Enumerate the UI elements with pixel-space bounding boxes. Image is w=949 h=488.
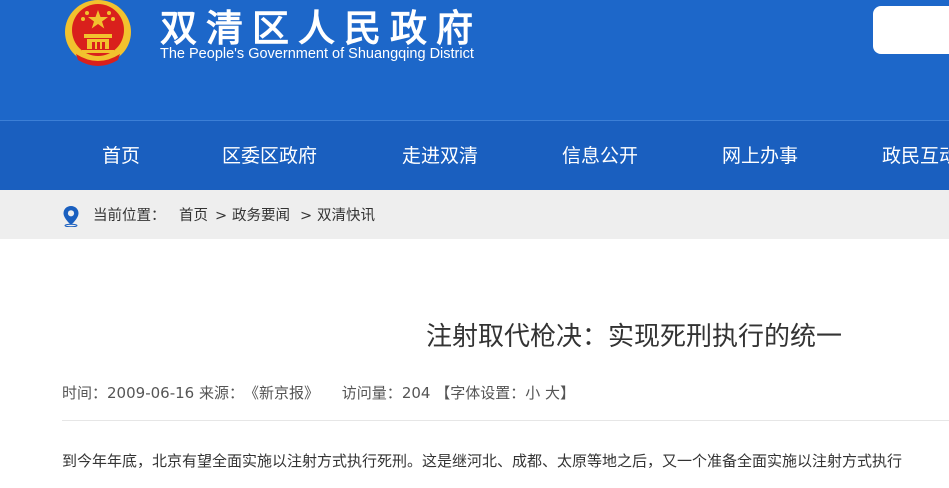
font-setting-label: 【字体设置： — [435, 384, 526, 402]
site-subtitle: The People's Government of Shuangqing Di… — [160, 46, 474, 62]
nav-item-home[interactable]: 首页 — [102, 121, 140, 190]
publish-date: 2009-06-16 — [107, 384, 195, 402]
breadcrumb-express-link[interactable]: 双清快讯 — [317, 190, 375, 239]
location-pin-icon — [63, 206, 79, 227]
nav-item-interaction[interactable]: 政民互动 — [882, 121, 949, 190]
font-small-button[interactable]: 小 — [525, 382, 540, 403]
site-header: 双清区人民政府 The People's Government of Shuan… — [0, 0, 949, 120]
national-emblem-icon — [65, 0, 131, 66]
article-meta: 时间：2009-06-16 来源：《新京报》 访问量：204 【字体设置：小 大… — [62, 382, 575, 403]
font-large-button[interactable]: 大 — [545, 382, 560, 403]
views-label: 访问量： — [341, 384, 402, 402]
article-body-paragraph: 到今年年底，北京有望全面实施以注射方式执行死刑。这是继河北、成都、太原等地之后，… — [62, 452, 903, 470]
article-title: 注射取代枪决：实现死刑执行的统一 — [426, 322, 843, 352]
search-box[interactable] — [873, 6, 949, 54]
nav-item-about[interactable]: 走进双清 — [402, 121, 478, 190]
meta-divider — [62, 420, 949, 421]
site-title: 双清区人民政府 — [160, 7, 482, 50]
time-label: 时间： — [62, 384, 108, 402]
breadcrumb: 当前位置： 首页 > 政务要闻 > 双清快讯 — [0, 190, 949, 239]
breadcrumb-home-link[interactable]: 首页 — [179, 190, 208, 239]
breadcrumb-separator: > — [215, 208, 228, 224]
breadcrumb-news-link[interactable]: 政务要闻 — [232, 190, 290, 239]
nav-item-online-services[interactable]: 网上办事 — [722, 121, 798, 190]
nav-item-government[interactable]: 区委区政府 — [222, 121, 317, 190]
font-setting-close: 】 — [560, 384, 576, 402]
views-count: 204 — [401, 384, 431, 402]
nav-item-disclosure[interactable]: 信息公开 — [562, 121, 638, 190]
breadcrumb-separator: > — [300, 208, 313, 224]
source-label: 来源： — [198, 384, 244, 402]
main-nav: 首页 区委区政府 走进双清 信息公开 网上办事 政民互动 — [0, 120, 949, 190]
breadcrumb-label: 当前位置： — [93, 208, 166, 224]
source-name: 《新京报》 — [244, 384, 320, 402]
